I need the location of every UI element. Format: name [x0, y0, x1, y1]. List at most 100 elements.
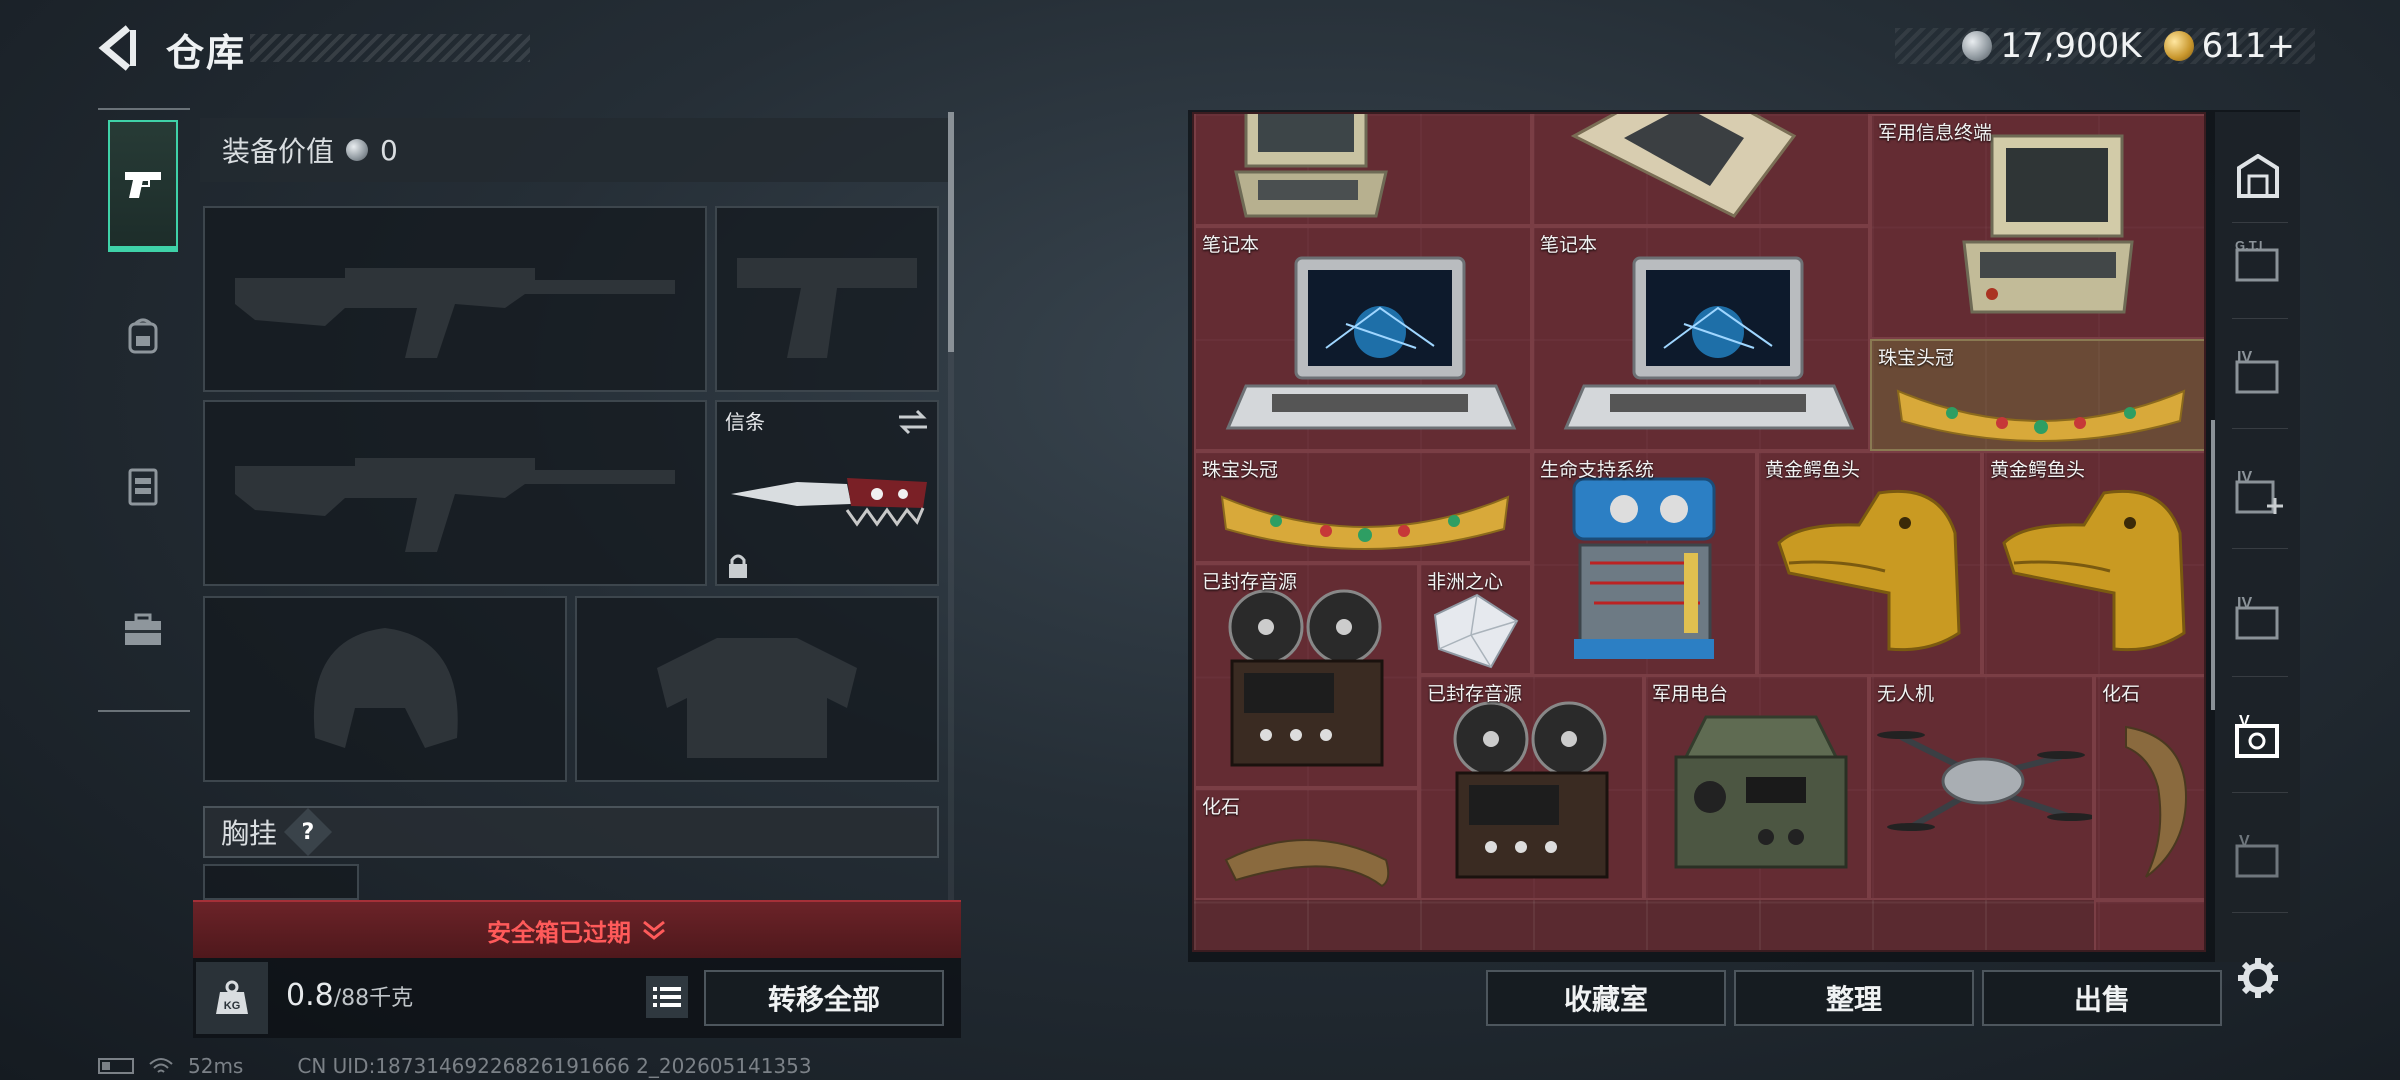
stash-item[interactable] — [1194, 114, 1532, 226]
svg-text:IV: IV — [2237, 595, 2252, 612]
swap-icon[interactable] — [897, 408, 929, 436]
silver-amount: 17,900K — [2000, 26, 2142, 66]
storage-page-icon: IV — [2235, 349, 2279, 394]
lock-icon — [729, 554, 747, 578]
wifi-icon — [149, 1058, 173, 1073]
list-icon — [653, 987, 681, 1007]
stash-item[interactable]: 军用电台 — [1644, 675, 1869, 900]
backpack-icon — [128, 318, 158, 354]
help-badge[interactable]: ? — [283, 807, 333, 857]
stash-item[interactable]: 笔记本 — [1532, 226, 1870, 451]
item-label: 生命支持系统 — [1540, 459, 1655, 481]
carry-weight-current: 0.8 — [286, 978, 334, 1013]
storage-page-icon: IV — [2235, 595, 2279, 640]
helmet-silhouette-icon — [313, 628, 458, 748]
melee-slot[interactable]: 信条 — [715, 400, 939, 586]
stash-item[interactable]: 无人机 — [1869, 675, 2094, 900]
transfer-all-button[interactable]: 转移全部 — [704, 970, 944, 1026]
stash-item[interactable]: 已封存音源 — [1419, 675, 1644, 900]
item-label: 笔记本 — [1202, 234, 1260, 256]
stash-item[interactable]: 生命支持系统 — [1532, 451, 1757, 676]
primary-weapon-slot[interactable] — [203, 206, 707, 392]
settings-button[interactable] — [2228, 948, 2288, 1008]
category-case[interactable] — [108, 564, 178, 696]
gold-currency[interactable]: 611+ — [2163, 26, 2295, 66]
rifle-silhouette-icon — [235, 458, 675, 552]
golden-crocodile-head-icon — [2002, 489, 2186, 652]
back-button[interactable] — [96, 22, 144, 74]
chevron-down-icon — [643, 920, 665, 940]
military-radio-icon — [1674, 715, 1848, 869]
military-terminal-icon — [1962, 134, 2134, 314]
category-rail — [98, 108, 190, 712]
stash-item[interactable]: 已封存音源 — [1194, 563, 1419, 788]
armor-silhouette-icon — [657, 638, 857, 758]
reel-to-reel-recorder-icon — [1228, 589, 1384, 767]
stash-item[interactable]: 军用信息终端 — [1870, 114, 2204, 339]
sell-button[interactable]: 出售 — [1982, 970, 2222, 1026]
filter-page-4b[interactable]: IV — [2228, 588, 2288, 648]
chest-rig-row[interactable]: 胸挂 ? — [203, 806, 939, 858]
stash-item[interactable]: 化石 — [2094, 675, 2204, 900]
svg-text:KG: KG — [224, 1000, 241, 1012]
weight-icon: KG — [196, 962, 268, 1034]
item-label: 非洲之心 — [1427, 571, 1504, 593]
collection-room-button[interactable]: 收藏室 — [1486, 970, 1726, 1026]
rifle-silhouette-icon — [235, 268, 675, 358]
chest-rig-slot[interactable] — [203, 864, 359, 900]
stash-item[interactable]: 化石 — [1194, 788, 1419, 900]
item-label: 笔记本 — [1540, 234, 1598, 256]
list-view-button[interactable] — [646, 976, 688, 1018]
item-label: 军用电台 — [1652, 683, 1729, 705]
category-backpack[interactable] — [108, 270, 178, 402]
filter-page-5-active[interactable]: V — [2228, 706, 2288, 766]
stash-grid[interactable]: 军用信息终端 笔记本 笔记本 珠宝头冠 珠宝头冠 生命支持系统 黄金鳄鱼头 黄金… — [1192, 112, 2206, 952]
stash-item[interactable] — [1532, 114, 1870, 226]
equipment-value: 0 — [380, 133, 398, 167]
stash-item[interactable]: 笔记本 — [1194, 226, 1532, 451]
equipment-value-label: 装备价值 — [222, 135, 335, 168]
item-label: 已封存音源 — [1202, 571, 1298, 593]
item-label: 化石 — [2102, 683, 2141, 705]
golden-crocodile-head-icon — [1777, 489, 1961, 652]
silver-currency[interactable]: 17,900K — [1962, 26, 2142, 66]
chest-rig-label: 胸挂 — [221, 817, 278, 850]
category-weapons[interactable] — [108, 120, 178, 252]
laptop-icon — [1225, 256, 1517, 430]
item-label: 化石 — [1202, 796, 1241, 818]
organize-button[interactable]: 整理 — [1734, 970, 1974, 1026]
item-label: 黄金鳄鱼头 — [1990, 459, 2086, 481]
uid-text: CN UID:18731469226826191666 2_2026051413… — [297, 1054, 812, 1078]
pistol-slot[interactable] — [715, 206, 939, 392]
filter-page-4[interactable]: IV — [2228, 342, 2288, 402]
loadout-scroll-thumb[interactable] — [948, 112, 954, 352]
filter-all[interactable] — [2228, 146, 2288, 206]
page-title: 仓库 — [166, 31, 247, 75]
currency-bar: 17,900K 611+ — [1895, 26, 2315, 66]
gold-amount: 611+ — [2201, 26, 2295, 66]
stash-item[interactable]: 珠宝头冠 — [1194, 451, 1532, 563]
safebox-expired-banner[interactable]: 安全箱已过期 — [193, 900, 961, 958]
storage-page-icon: G.T.I — [2235, 238, 2279, 282]
warehouse-icon — [2237, 154, 2279, 198]
fossil-claw-icon — [2125, 725, 2188, 878]
filter-page-5[interactable]: V — [2228, 826, 2288, 886]
item-label: 无人机 — [1877, 683, 1935, 705]
stash-item[interactable]: 黄金鳄鱼头 — [1982, 451, 2204, 676]
carry-weight: 0.8/88千克 — [286, 978, 413, 1013]
armor-slot[interactable] — [575, 596, 939, 782]
secondary-weapon-slot[interactable] — [203, 400, 707, 586]
stash-item[interactable]: 珠宝头冠 — [1870, 339, 2204, 451]
filter-page-1[interactable]: G.T.I — [2228, 232, 2288, 292]
stash-item[interactable]: 非洲之心 — [1419, 563, 1532, 675]
filter-add-page[interactable]: IV — [2228, 462, 2288, 522]
item-label: 珠宝头冠 — [1202, 459, 1279, 481]
svg-text:G.T.I: G.T.I — [2235, 238, 2262, 253]
empty-cell[interactable] — [2094, 900, 2204, 950]
title-decoration — [250, 34, 530, 62]
stash-item[interactable]: 黄金鳄鱼头 — [1757, 451, 1982, 676]
helmet-slot[interactable] — [203, 596, 567, 782]
category-vest[interactable] — [108, 420, 178, 552]
gold-coin-icon — [2163, 31, 2194, 61]
melee-slot-label: 信条 — [725, 410, 765, 434]
